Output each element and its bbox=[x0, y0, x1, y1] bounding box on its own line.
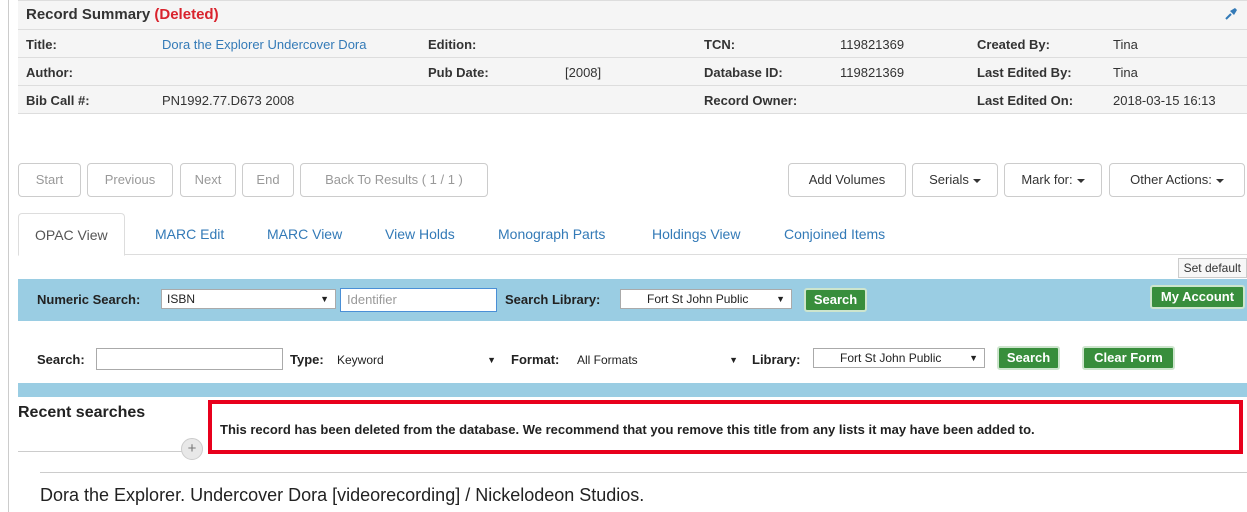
chevron-down-icon: ▼ bbox=[729, 355, 738, 365]
recent-searches-divider bbox=[18, 451, 198, 452]
pub-date-value: [2008] bbox=[565, 65, 602, 80]
add-volumes-button[interactable]: Add Volumes bbox=[788, 163, 906, 197]
type-select[interactable]: Keyword ▼ bbox=[331, 350, 503, 370]
format-label: Format: bbox=[511, 352, 560, 367]
catalog-window: Record Summary (Deleted) Title: Dora the… bbox=[0, 0, 1247, 512]
caret-down-icon bbox=[972, 178, 981, 183]
summary-row-3: Bib Call #: PN1992.77.D673 2008 Record O… bbox=[18, 86, 1247, 114]
record-summary: Record Summary (Deleted) Title: Dora the… bbox=[18, 0, 1247, 114]
clear-form-button[interactable]: Clear Form bbox=[1082, 346, 1175, 370]
end-button[interactable]: End bbox=[242, 163, 294, 197]
tab-monograph-parts[interactable]: Monograph Parts bbox=[482, 213, 621, 255]
caret-down-icon bbox=[1215, 178, 1224, 183]
left-border bbox=[8, 0, 9, 512]
numeric-search-type-value: ISBN bbox=[167, 292, 196, 306]
library-value: Fort St John Public bbox=[840, 351, 942, 365]
database-id-label: Database ID: bbox=[704, 65, 783, 80]
format-select[interactable]: All Formats ▼ bbox=[571, 350, 745, 370]
tcn-value: 119821369 bbox=[840, 37, 905, 52]
bib-call-label: Bib Call #: bbox=[26, 93, 90, 108]
chevron-down-icon: ▼ bbox=[969, 353, 978, 363]
search-button[interactable]: Search bbox=[997, 346, 1060, 370]
record-separator bbox=[40, 472, 1247, 473]
deleted-status: (Deleted) bbox=[154, 6, 219, 23]
next-button[interactable]: Next bbox=[180, 163, 236, 197]
summary-title: Record Summary (Deleted) bbox=[26, 6, 219, 23]
search-library-select[interactable]: Fort St John Public ▼ bbox=[620, 289, 792, 309]
tab-opac-view[interactable]: OPAC View bbox=[18, 213, 125, 256]
other-actions-dropdown[interactable]: Other Actions: bbox=[1109, 163, 1245, 197]
results-divider-bar bbox=[18, 383, 1247, 397]
record-tabs: OPAC View MARC Edit MARC View View Holds… bbox=[18, 213, 1247, 256]
deleted-record-message: This record has been deleted from the da… bbox=[220, 422, 1035, 437]
tab-marc-view[interactable]: MARC View bbox=[251, 213, 358, 255]
title-label: Title: bbox=[26, 37, 57, 52]
type-value: Keyword bbox=[337, 353, 384, 367]
numeric-search-bar: Numeric Search: ISBN ▼ Identifier Search … bbox=[18, 279, 1247, 321]
last-edited-on-value: 2018-03-15 16:13 bbox=[1113, 93, 1216, 108]
start-button[interactable]: Start bbox=[18, 163, 81, 197]
chevron-down-icon: ▼ bbox=[487, 355, 496, 365]
record-owner-label: Record Owner: bbox=[704, 93, 798, 108]
author-label: Author: bbox=[26, 65, 73, 80]
summary-title-text: Record Summary bbox=[26, 6, 151, 23]
last-edited-by-label: Last Edited By: bbox=[977, 65, 1072, 80]
serials-label: Serials bbox=[929, 172, 969, 187]
record-full-title: Dora the Explorer. Undercover Dora [vide… bbox=[40, 485, 645, 505]
summary-row-1: Title: Dora the Explorer Undercover Dora… bbox=[18, 30, 1247, 58]
database-id-value: 119821369 bbox=[840, 65, 905, 80]
search-input[interactable] bbox=[96, 348, 283, 370]
chevron-down-icon: ▼ bbox=[776, 294, 785, 304]
back-to-results-button[interactable]: Back To Results ( 1 / 1 ) bbox=[300, 163, 488, 197]
pin-icon[interactable] bbox=[1223, 6, 1239, 22]
created-by-label: Created By: bbox=[977, 37, 1050, 52]
mark-for-label: Mark for: bbox=[1021, 172, 1073, 187]
format-value: All Formats bbox=[577, 353, 638, 367]
expand-plus-icon[interactable]: + bbox=[181, 438, 203, 460]
pub-date-label: Pub Date: bbox=[428, 65, 489, 80]
deleted-record-alert: This record has been deleted from the da… bbox=[208, 400, 1243, 454]
tcn-label: TCN: bbox=[704, 37, 736, 52]
edition-label: Edition: bbox=[428, 37, 477, 52]
numeric-search-label: Numeric Search: bbox=[37, 292, 141, 307]
library-select[interactable]: Fort St John Public ▼ bbox=[813, 348, 985, 368]
search-library-label: Search Library: bbox=[505, 292, 601, 307]
title-link[interactable]: Dora the Explorer Undercover Dora bbox=[162, 37, 366, 52]
tab-view-holds[interactable]: View Holds bbox=[369, 213, 471, 255]
numeric-search-button[interactable]: Search bbox=[804, 288, 867, 312]
recent-searches-heading: Recent searches bbox=[18, 404, 146, 421]
library-label: Library: bbox=[752, 352, 801, 367]
summary-header: Record Summary (Deleted) bbox=[18, 0, 1247, 30]
type-label: Type: bbox=[290, 352, 324, 367]
my-account-button[interactable]: My Account bbox=[1150, 285, 1245, 309]
previous-button[interactable]: Previous bbox=[87, 163, 173, 197]
chevron-down-icon: ▼ bbox=[320, 294, 329, 304]
tab-marc-edit[interactable]: MARC Edit bbox=[139, 213, 240, 255]
other-actions-label: Other Actions: bbox=[1130, 172, 1212, 187]
mark-for-dropdown[interactable]: Mark for: bbox=[1004, 163, 1102, 197]
bib-call-value: PN1992.77.D673 2008 bbox=[162, 93, 295, 108]
tab-holdings-view[interactable]: Holdings View bbox=[636, 213, 756, 255]
caret-down-icon bbox=[1076, 178, 1085, 183]
identifier-input[interactable]: Identifier bbox=[340, 288, 497, 312]
created-by-value: Tina bbox=[1113, 37, 1138, 52]
numeric-search-type-select[interactable]: ISBN ▼ bbox=[161, 289, 336, 309]
summary-row-2: Author: Pub Date: [2008] Database ID: 11… bbox=[18, 58, 1247, 86]
serials-dropdown[interactable]: Serials bbox=[912, 163, 998, 197]
last-edited-by-value: Tina bbox=[1113, 65, 1138, 80]
search-library-value: Fort St John Public bbox=[647, 292, 749, 306]
last-edited-on-label: Last Edited On: bbox=[977, 93, 1074, 108]
set-default-button[interactable]: Set default bbox=[1177, 258, 1247, 278]
search-label: Search: bbox=[37, 352, 85, 367]
tab-conjoined-items[interactable]: Conjoined Items bbox=[768, 213, 901, 255]
